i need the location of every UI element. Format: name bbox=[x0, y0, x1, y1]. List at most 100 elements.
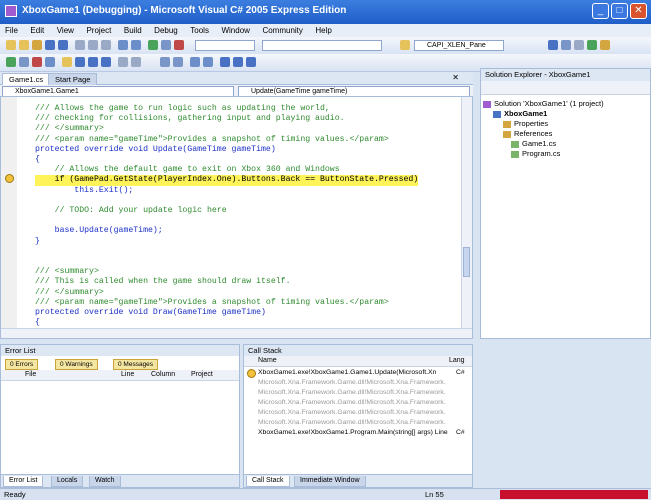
step-into-icon[interactable] bbox=[75, 57, 85, 67]
menu-window[interactable]: Window bbox=[216, 24, 254, 37]
call-stack-row[interactable]: Microsoft.Xna.Framework.Game.dll!Microso… bbox=[258, 418, 458, 427]
code-line[interactable]: if (GamePad.GetState(PlayerIndex.One).Bu… bbox=[35, 175, 419, 186]
step-over-icon[interactable] bbox=[88, 57, 98, 67]
menu-community[interactable]: Community bbox=[257, 24, 307, 37]
solution-explorer-icon[interactable] bbox=[548, 40, 558, 50]
tree-solution[interactable]: Solution 'XboxGame1' (1 project) bbox=[483, 99, 604, 109]
code-line[interactable]: /// </summary> bbox=[35, 124, 418, 134]
code-line[interactable]: /// <param name="gameTime">Provides a sn… bbox=[35, 135, 418, 145]
scroll-thumb[interactable] bbox=[463, 247, 470, 277]
toolbox-icon[interactable] bbox=[587, 40, 597, 50]
call-stack-row[interactable]: XboxGame1.exe!XboxGame1.Game1.Update(Mic… bbox=[258, 368, 458, 377]
code-line[interactable]: /// <summary> bbox=[35, 267, 418, 277]
add-item-icon[interactable] bbox=[19, 40, 29, 50]
menu-debug[interactable]: Debug bbox=[149, 24, 183, 37]
outdent-icon[interactable] bbox=[203, 57, 213, 67]
stop-icon[interactable] bbox=[174, 40, 184, 50]
close-document-icon[interactable]: ✕ bbox=[452, 73, 459, 82]
messages-filter-button[interactable]: 0 Messages bbox=[113, 359, 159, 370]
save-icon[interactable] bbox=[45, 40, 55, 50]
code-line[interactable]: /// </summary> bbox=[35, 288, 418, 298]
cut-icon[interactable] bbox=[75, 40, 85, 50]
next-bookmark-icon[interactable] bbox=[246, 57, 256, 67]
break-all-icon[interactable] bbox=[19, 57, 29, 67]
maximize-button[interactable]: □ bbox=[611, 3, 628, 19]
breakpoints-window-icon[interactable] bbox=[131, 57, 141, 67]
tab-start-page[interactable]: Start Page bbox=[48, 73, 98, 85]
prev-bookmark-icon[interactable] bbox=[233, 57, 243, 67]
tree-properties[interactable]: Properties bbox=[483, 119, 604, 129]
code-editor[interactable]: /// Allows the game to run logic such as… bbox=[0, 96, 473, 339]
object-browser-icon[interactable] bbox=[574, 40, 584, 50]
tab-error-list[interactable]: Error List bbox=[3, 476, 44, 487]
tab-immediate-window[interactable]: Immediate Window bbox=[294, 476, 366, 487]
call-stack-row[interactable]: Microsoft.Xna.Framework.Game.dll!Microso… bbox=[258, 408, 458, 417]
tree-project[interactable]: XboxGame1 bbox=[483, 109, 604, 119]
properties-icon[interactable] bbox=[561, 40, 571, 50]
hex-display-icon[interactable] bbox=[118, 57, 128, 67]
code-line[interactable] bbox=[35, 196, 418, 206]
close-button[interactable]: ✕ bbox=[630, 3, 647, 19]
code-line[interactable]: } bbox=[35, 237, 418, 247]
copy-icon[interactable] bbox=[88, 40, 98, 50]
minimize-button[interactable]: _ bbox=[592, 3, 609, 19]
warnings-filter-button[interactable]: 0 Warnings bbox=[55, 359, 98, 370]
uncomment-icon[interactable] bbox=[173, 57, 183, 67]
code-line[interactable]: /// checking for collisions, gathering i… bbox=[35, 114, 418, 124]
code-line[interactable]: protected override void Draw(GameTime ga… bbox=[35, 308, 418, 318]
code-line[interactable]: /// This is called when the game should … bbox=[35, 277, 418, 287]
call-stack-row[interactable]: Microsoft.Xna.Framework.Game.dll!Microso… bbox=[258, 398, 458, 407]
call-stack-row[interactable]: XboxGame1.exe!XboxGame1.Program.Main(str… bbox=[258, 428, 458, 437]
tree-game1-cs[interactable]: Game1.cs bbox=[483, 139, 604, 149]
indicator-margin[interactable] bbox=[1, 97, 17, 338]
menu-edit[interactable]: Edit bbox=[25, 24, 49, 37]
paste-icon[interactable] bbox=[101, 40, 111, 50]
restart-icon[interactable] bbox=[45, 57, 55, 67]
column-file[interactable]: File bbox=[25, 370, 36, 380]
menu-view[interactable]: View bbox=[52, 24, 79, 37]
tree-program-cs[interactable]: Program.cs bbox=[483, 149, 604, 159]
column-column[interactable]: Column bbox=[151, 370, 175, 380]
column-project[interactable]: Project bbox=[191, 370, 213, 380]
call-stack-row[interactable]: Microsoft.Xna.Framework.Game.dll!Microso… bbox=[258, 388, 458, 397]
code-line[interactable] bbox=[35, 257, 418, 267]
code-text[interactable]: /// Allows the game to run logic such as… bbox=[35, 104, 419, 328]
editor-horizontal-scrollbar[interactable] bbox=[1, 328, 472, 338]
tab-call-stack[interactable]: Call Stack bbox=[246, 476, 290, 487]
code-line[interactable]: protected override void Update(GameTime … bbox=[35, 145, 418, 155]
show-next-statement-icon[interactable] bbox=[62, 57, 72, 67]
stop-debugging-icon[interactable] bbox=[32, 57, 42, 67]
code-line[interactable]: { bbox=[35, 318, 418, 328]
code-line[interactable] bbox=[35, 247, 418, 257]
find-in-files-icon[interactable] bbox=[400, 40, 410, 50]
pause-icon[interactable] bbox=[161, 40, 171, 50]
code-line[interactable]: // TODO: Add your update logic here bbox=[35, 206, 418, 216]
code-line[interactable]: base.Update(gameTime); bbox=[35, 226, 418, 236]
code-line[interactable] bbox=[35, 216, 418, 226]
menu-tools[interactable]: Tools bbox=[185, 24, 214, 37]
save-all-icon[interactable] bbox=[58, 40, 68, 50]
new-project-icon[interactable] bbox=[6, 40, 16, 50]
menu-project[interactable]: Project bbox=[81, 24, 116, 37]
tab-game1-cs[interactable]: Game1.cs bbox=[2, 73, 51, 85]
column-line[interactable]: Line bbox=[121, 370, 134, 380]
find-combo[interactable] bbox=[262, 40, 382, 51]
indent-icon[interactable] bbox=[190, 57, 200, 67]
start-page-icon[interactable] bbox=[600, 40, 610, 50]
solution-config-combo[interactable] bbox=[195, 40, 255, 51]
comment-icon[interactable] bbox=[160, 57, 170, 67]
tree-references[interactable]: References bbox=[483, 129, 604, 139]
start-debug-icon[interactable] bbox=[6, 57, 16, 67]
platform-combo[interactable]: CAPI_XLEN_Pane bbox=[414, 40, 504, 51]
call-stack-row[interactable]: Microsoft.Xna.Framework.Game.dll!Microso… bbox=[258, 378, 458, 387]
code-line[interactable]: /// Allows the game to run logic such as… bbox=[35, 104, 418, 114]
undo-icon[interactable] bbox=[118, 40, 128, 50]
column-name[interactable]: Name bbox=[258, 356, 277, 366]
errors-filter-button[interactable]: 0 Errors bbox=[5, 359, 39, 370]
code-line[interactable]: { bbox=[35, 155, 418, 165]
code-line[interactable]: this.Exit(); bbox=[35, 186, 418, 196]
open-file-icon[interactable] bbox=[32, 40, 42, 50]
menu-build[interactable]: Build bbox=[119, 24, 147, 37]
menu-help[interactable]: Help bbox=[310, 24, 336, 37]
code-line[interactable]: /// <param name="gameTime">Provides a sn… bbox=[35, 298, 418, 308]
